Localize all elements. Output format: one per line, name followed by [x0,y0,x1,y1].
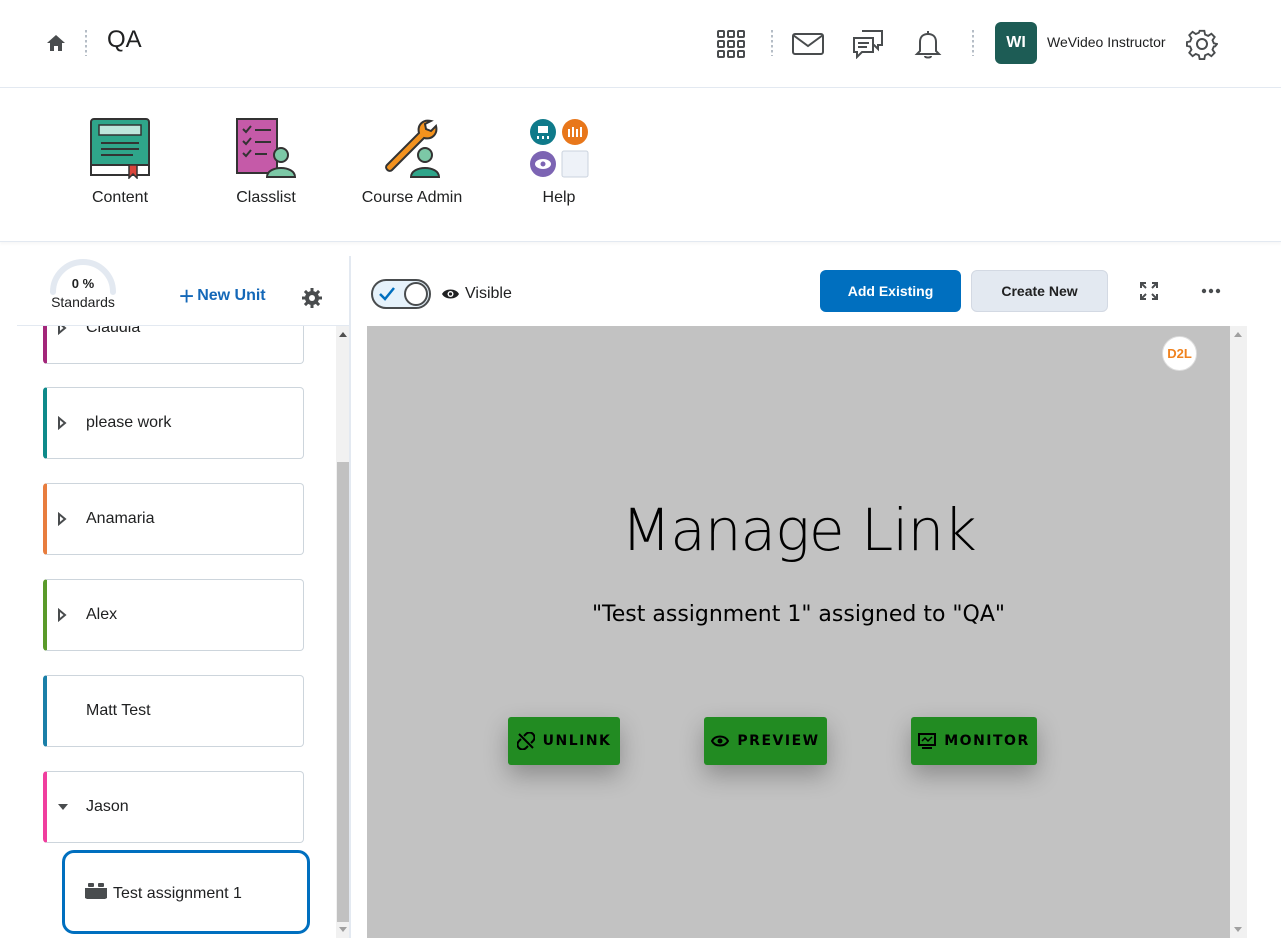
new-unit-label: New Unit [197,287,266,304]
divider [771,30,773,56]
caret-right-icon[interactable] [57,608,67,622]
unit-label: please work [86,414,172,431]
unit-list-scrollbar[interactable] [336,326,350,938]
nav-label: Content [91,189,149,206]
course-title[interactable]: QA [107,26,142,54]
unlink-icon [516,732,535,750]
eye-icon [711,735,730,747]
gear-icon[interactable] [1182,24,1222,64]
assignment-subtitle: "Test assignment 1" assigned to "QA" [591,602,1006,627]
unit-item[interactable]: Anamaria [43,483,304,555]
preview-label: PREVIEW [737,733,820,749]
unit-item[interactable]: Alex [43,579,304,651]
unit-item[interactable]: please work [43,387,304,459]
eye-icon [442,289,459,299]
divider [85,30,87,56]
toggle-knob [404,282,428,306]
unit-label: Anamaria [86,510,155,527]
top-bar: QA WI WeVideo Instructor [0,0,1281,88]
page-title: Manage Link [621,496,977,564]
scroll-thumb[interactable] [337,462,349,922]
unit-label: Matt Test [86,702,151,719]
bell-icon[interactable] [908,24,948,64]
mail-icon[interactable] [788,24,828,64]
fullscreen-icon[interactable] [1137,279,1161,303]
caret-right-icon[interactable] [57,416,67,430]
nav-content[interactable]: Content [60,117,180,207]
lesson-label: Test assignment 1 [113,885,242,902]
caret-down-icon[interactable] [57,800,69,814]
unit-panel: 0 % Standards + New Unit Claudia please … [17,256,350,938]
nav-course-admin[interactable]: Course Admin [352,117,472,207]
scroll-down-icon[interactable] [339,927,347,932]
plus-icon: + [179,281,195,311]
monitor-icon [918,732,937,749]
chat-icon[interactable] [848,24,888,64]
help-grid-icon [530,119,589,178]
nav-label: Help [542,189,576,206]
home-icon[interactable] [45,32,67,54]
lesson-item[interactable]: Test assignment 1 [62,850,310,934]
nav-label: Classlist [236,189,296,206]
avatar[interactable]: WI [995,22,1037,64]
more-options-icon[interactable] [1199,279,1223,303]
classlist-icon [236,118,297,178]
scroll-up-icon[interactable] [339,332,347,337]
caret-right-icon[interactable] [57,512,67,526]
add-existing-button[interactable]: Add Existing [820,270,961,312]
unit-list: Claudia please work Anamaria Alex Matt T… [17,326,337,938]
d2l-logo[interactable]: D2L [1162,336,1197,371]
monitor-label: MONITOR [944,733,1030,749]
unit-item[interactable]: Claudia [43,326,304,364]
scroll-up-icon[interactable] [1234,332,1242,337]
waffle-icon[interactable] [711,24,751,64]
unit-item[interactable]: Matt Test [43,675,304,747]
nav-classlist[interactable]: Classlist [206,117,326,207]
course-navbar: Content Classlist Course Admin Help [0,89,1281,242]
nav-label: Course Admin [361,189,463,206]
user-name[interactable]: WeVideo Instructor [1047,34,1166,50]
visible-status: Visible [441,285,512,303]
content-scrollbar[interactable] [1230,326,1247,938]
create-new-button[interactable]: Create New [971,270,1108,312]
caret-right-icon[interactable] [57,326,67,335]
lti-content-frame: D2L Manage Link "Test assignment 1" assi… [367,326,1230,938]
monitor-button[interactable]: MONITOR [911,717,1037,765]
unit-label: Claudia [86,326,141,336]
lego-brick-icon [85,883,107,899]
new-unit-button[interactable]: + New Unit [179,281,266,311]
visibility-toggle[interactable] [371,279,431,309]
divider [349,256,351,938]
unit-label: Alex [86,606,118,623]
content-book-icon [90,118,150,179]
standards-label: Standards [51,294,115,310]
unit-item[interactable]: Jason [43,771,304,843]
visible-label: Visible [465,285,512,302]
check-icon [379,287,395,301]
standards-percent: 0 % [71,276,95,291]
wrench-admin-icon [385,119,441,178]
nav-help[interactable]: Help [499,117,619,207]
panel-settings-icon[interactable] [302,288,322,313]
preview-button[interactable]: PREVIEW [704,717,827,765]
unit-label: Jason [86,798,129,815]
scroll-down-icon[interactable] [1234,927,1242,932]
unlink-label: UNLINK [542,733,612,749]
unlink-button[interactable]: UNLINK [508,717,620,765]
divider [972,30,974,56]
